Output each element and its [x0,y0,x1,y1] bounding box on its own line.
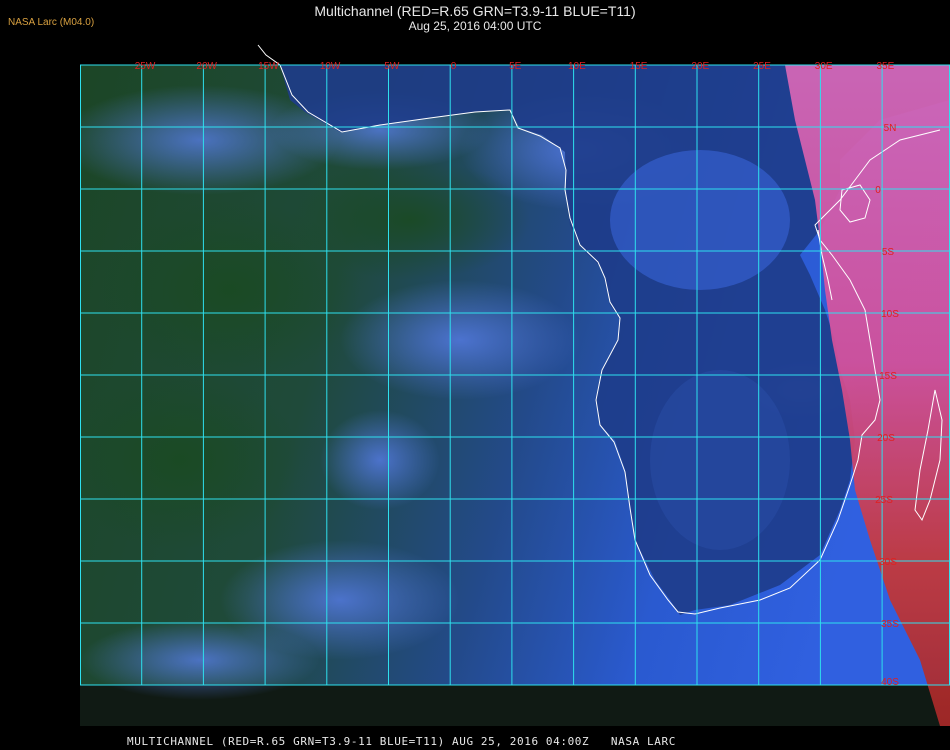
longitude-label: 15W [258,61,279,72]
longitude-label: 10E [568,61,586,72]
satellite-map: 25W 20W 15W 10W 5W 0 5E 10E 15E 20E 25E 30E 35E 5N 0 5… [80,40,950,726]
longitude-label: 20E [691,61,709,72]
map-canvas: 25W 20W 15W 10W 5W 0 5E 10E 15E 20E 25E 30E 35E 5N 0 5… [80,44,950,726]
longitude-label: 10W [320,61,341,72]
southern-africa-shade [650,370,790,550]
latitude-label: 10S [881,309,899,320]
latitude-label: 15S [879,371,897,382]
longitude-label: 25W [135,61,156,72]
longitude-label: 5W [384,61,400,72]
longitude-label: 5E [509,61,522,72]
latitude-label: 5N [884,123,897,134]
image-timestamp: Aug 25, 2016 04:00 UTC [408,19,542,33]
latitude-label: 25S [875,495,893,506]
longitude-label: 0 [451,61,457,72]
latitude-label: 35S [881,619,899,630]
longitude-label: 35E [877,61,895,72]
latitude-label: 20S [877,433,895,444]
latitude-label: 5S [882,247,895,258]
longitude-label: 30E [815,61,833,72]
longitude-label: 20W [196,61,217,72]
longitude-label: 25E [753,61,771,72]
central-africa-cloud [610,150,790,290]
latitude-label: 30S [879,557,897,568]
footer-caption: MULTICHANNEL (RED=R.65 GRN=T3.9-11 BLUE=… [127,735,676,748]
image-title: Multichannel (RED=R.65 GRN=T3.9-11 BLUE=… [314,3,636,19]
longitude-label: 15E [630,61,648,72]
latitude-label: 40S [881,677,899,688]
latitude-label: 0 [875,185,881,196]
